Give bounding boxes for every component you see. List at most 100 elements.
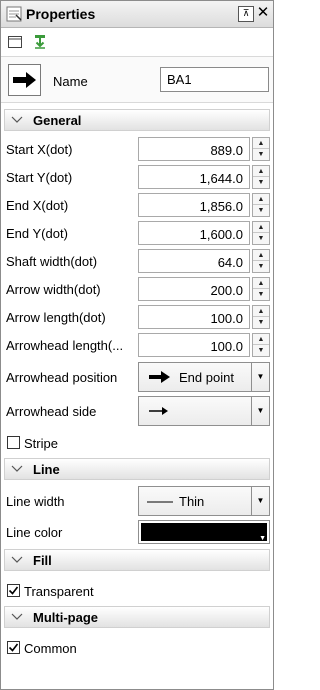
section-fill-label: Fill (33, 552, 52, 568)
spin-down-icon[interactable]: ▼ (253, 317, 269, 328)
line-width-label: Line width (6, 494, 65, 509)
spin-up-icon[interactable]: ▲ (253, 334, 269, 345)
export-icon[interactable] (32, 34, 48, 50)
spin-up-icon[interactable]: ▲ (253, 194, 269, 205)
arrow-width-spinner[interactable]: ▲ ▼ (252, 277, 270, 301)
shaft-width-row: Shaft width(dot) 64.0 ▲ ▼ (1, 249, 273, 273)
arrow-icon (13, 72, 36, 88)
spin-up-icon[interactable]: ▲ (253, 166, 269, 177)
arrowhead-side-label: Arrowhead side (6, 404, 97, 419)
section-line-label: Line (33, 461, 60, 477)
pin-button[interactable]: ⊼ (238, 6, 254, 22)
section-general[interactable]: General (4, 109, 270, 131)
arrowhead-length-row: Arrowhead length(... 100.0 ▲ ▼ (1, 333, 273, 357)
spin-down-icon[interactable]: ▼ (253, 149, 269, 160)
arrowhead-length-spinner[interactable]: ▲ ▼ (252, 333, 270, 357)
section-multipage[interactable]: Multi-page (4, 606, 270, 628)
chevron-down-icon[interactable]: ▼ (252, 397, 269, 425)
spin-down-icon[interactable]: ▼ (253, 261, 269, 272)
line-color-picker[interactable]: ▼ (138, 520, 270, 544)
section-multipage-label: Multi-page (33, 609, 98, 625)
shaft-width-spinner[interactable]: ▲ ▼ (252, 249, 270, 273)
start-y-spinner[interactable]: ▲ ▼ (252, 165, 270, 189)
start-x-spinner[interactable]: ▲ ▼ (252, 137, 270, 161)
spin-up-icon[interactable]: ▲ (253, 306, 269, 317)
arrowhead-side-dropdown[interactable]: ▼ (138, 396, 270, 426)
line-width-row: Line width Thin ▼ (1, 486, 273, 516)
start-y-input[interactable]: 1,644.0 (138, 165, 250, 189)
spin-up-icon[interactable]: ▲ (253, 138, 269, 149)
chevron-down-icon (11, 556, 23, 563)
line-width-value: Thin (179, 494, 205, 509)
start-x-input[interactable]: 889.0 (138, 137, 250, 161)
transparent-checkbox[interactable] (7, 584, 20, 597)
transparent-row: Transparent (1, 581, 273, 601)
line-color-label: Line color (6, 525, 63, 540)
end-y-row: End Y(dot) 1,600.0 ▲ ▼ (1, 221, 273, 245)
end-y-label: End Y(dot) (6, 226, 68, 241)
arrow-width-row: Arrow width(dot) 200.0 ▲ ▼ (1, 277, 273, 301)
spin-up-icon[interactable]: ▲ (253, 250, 269, 261)
arrow-length-row: Arrow length(dot) 100.0 ▲ ▼ (1, 305, 273, 329)
properties-icon (6, 6, 22, 22)
title-bar: Properties ⊼ ✕ (1, 1, 273, 28)
spin-up-icon[interactable]: ▲ (253, 222, 269, 233)
end-point-arrow-icon (149, 371, 170, 383)
panel-title: Properties (26, 6, 96, 22)
arrowhead-length-input[interactable]: 100.0 (138, 333, 250, 357)
arrowhead-position-value: End point (179, 370, 234, 385)
spin-up-icon[interactable]: ▲ (253, 278, 269, 289)
spin-down-icon[interactable]: ▼ (253, 233, 269, 244)
start-x-row: Start X(dot) 889.0 ▲ ▼ (1, 137, 273, 161)
chevron-down-icon[interactable]: ▼ (252, 363, 269, 391)
chevron-down-icon[interactable]: ▼ (252, 487, 269, 515)
start-y-row: Start Y(dot) 1,644.0 ▲ ▼ (1, 165, 273, 189)
name-field[interactable]: BA1 (160, 67, 269, 92)
section-general-label: General (33, 112, 82, 128)
arrowhead-position-dropdown[interactable]: End point ▼ (138, 362, 270, 392)
end-y-spinner[interactable]: ▲ ▼ (252, 221, 270, 245)
arrowhead-position-row: Arrowhead position End point ▼ (1, 362, 273, 392)
shaft-width-label: Shaft width(dot) (6, 254, 98, 269)
arrow-width-label: Arrow width(dot) (6, 282, 101, 297)
close-button[interactable]: ✕ (255, 5, 271, 22)
transparent-label: Transparent (24, 584, 94, 599)
section-fill[interactable]: Fill (4, 549, 270, 571)
spin-down-icon[interactable]: ▼ (253, 289, 269, 300)
end-y-input[interactable]: 1,600.0 (138, 221, 250, 245)
arrowhead-side-row: Arrowhead side ▼ (1, 396, 273, 426)
start-x-label: Start X(dot) (6, 142, 73, 157)
chevron-down-icon (11, 116, 23, 123)
start-y-label: Start Y(dot) (6, 170, 73, 185)
end-x-input[interactable]: 1,856.0 (138, 193, 250, 217)
line-width-dropdown[interactable]: Thin ▼ (138, 486, 270, 516)
name-label: Name (53, 74, 88, 89)
common-row: Common (1, 638, 273, 658)
name-row: Name BA1 (1, 56, 273, 103)
arrow-length-input[interactable]: 100.0 (138, 305, 250, 329)
common-checkbox[interactable] (7, 641, 20, 654)
end-x-spinner[interactable]: ▲ ▼ (252, 193, 270, 217)
spin-down-icon[interactable]: ▼ (253, 345, 269, 356)
common-label: Common (24, 641, 77, 656)
stripe-checkbox[interactable] (7, 436, 20, 449)
end-x-row: End X(dot) 1,856.0 ▲ ▼ (1, 193, 273, 217)
spin-down-icon[interactable]: ▼ (253, 205, 269, 216)
line-color-row: Line color ▼ (1, 520, 273, 544)
checkmark-icon (8, 643, 19, 652)
shape-preview-button[interactable] (8, 64, 41, 96)
window-icon[interactable] (7, 34, 23, 50)
arrow-length-label: Arrow length(dot) (6, 310, 106, 325)
chevron-down-icon[interactable]: ▼ (259, 535, 266, 542)
thin-line-icon (147, 501, 173, 503)
properties-panel: Properties ⊼ ✕ Name BA1 General Start X(… (0, 0, 274, 690)
arrow-length-spinner[interactable]: ▲ ▼ (252, 305, 270, 329)
chevron-down-icon (11, 465, 23, 472)
shaft-width-input[interactable]: 64.0 (138, 249, 250, 273)
section-line[interactable]: Line (4, 458, 270, 480)
stripe-label: Stripe (24, 436, 58, 451)
line-color-swatch (141, 523, 267, 541)
stripe-row: Stripe (1, 433, 273, 453)
spin-down-icon[interactable]: ▼ (253, 177, 269, 188)
arrow-width-input[interactable]: 200.0 (138, 277, 250, 301)
